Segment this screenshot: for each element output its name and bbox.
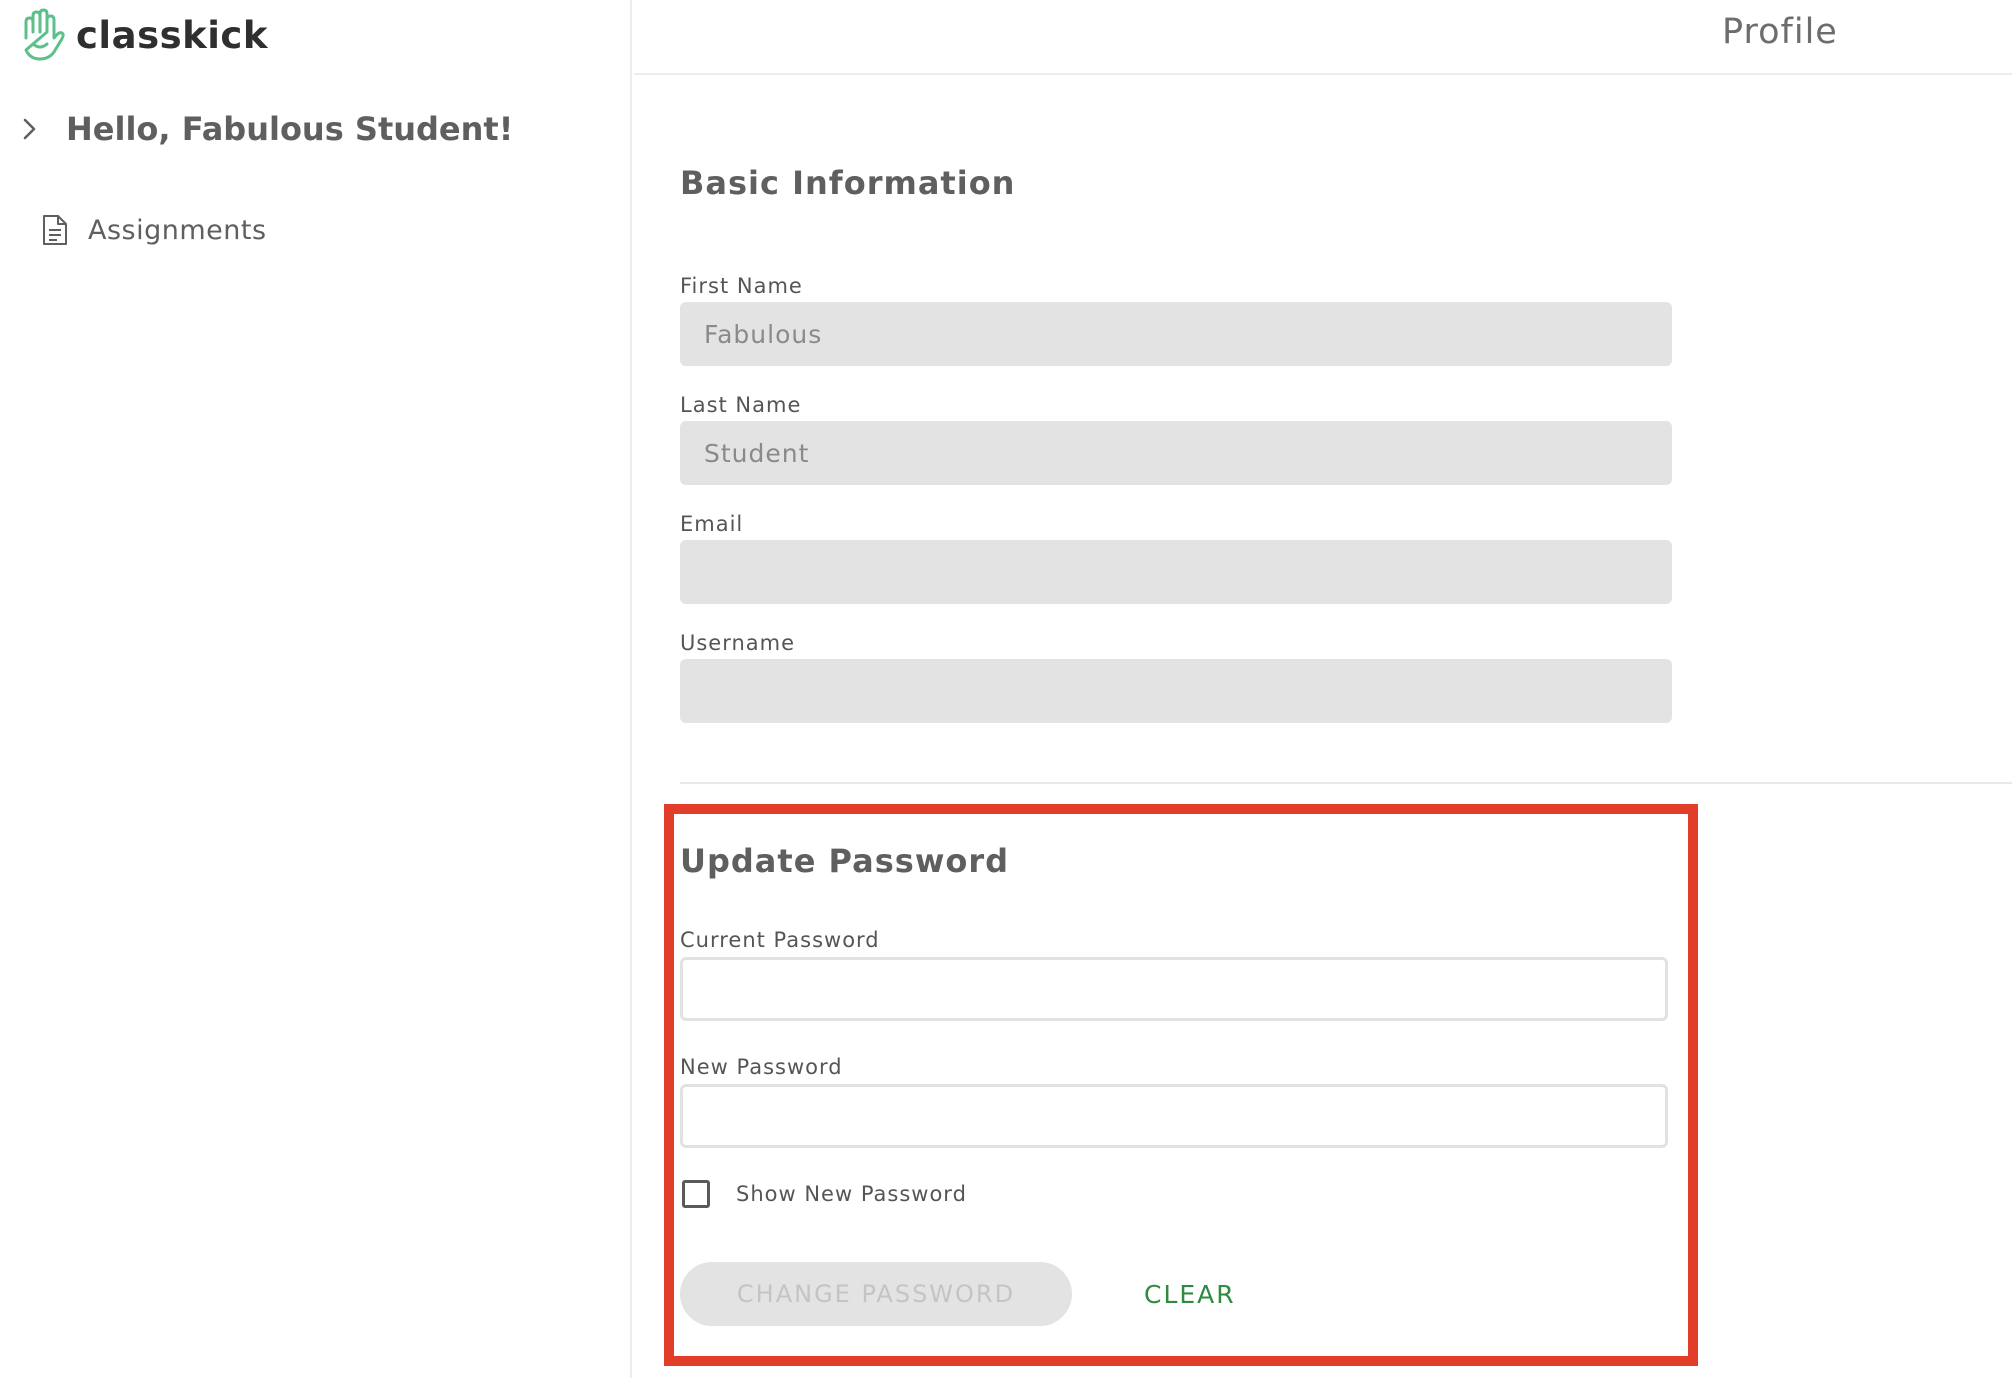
app-root: classkick Hello, Fabulous Student! Assig… <box>0 0 2012 1378</box>
chevron-right-icon <box>23 118 36 140</box>
logo[interactable]: classkick <box>16 8 268 62</box>
document-icon <box>43 215 67 245</box>
last-name-label: Last Name <box>680 393 802 417</box>
clear-button[interactable]: CLEAR <box>1144 1262 1236 1326</box>
sidebar-item-assignments[interactable]: Assignments <box>42 214 267 246</box>
change-password-button[interactable]: CHANGE PASSWORD <box>680 1262 1072 1326</box>
first-name-field[interactable] <box>680 302 1672 366</box>
username-field[interactable] <box>680 659 1672 723</box>
new-password-label: New Password <box>680 1055 843 1079</box>
page-title: Profile <box>1722 12 1838 52</box>
basic-info-title: Basic Information <box>680 164 1016 202</box>
email-field[interactable] <box>680 540 1672 604</box>
logo-text: classkick <box>76 13 268 57</box>
current-password-input[interactable] <box>680 957 1668 1021</box>
new-password-input[interactable] <box>680 1084 1668 1148</box>
section-divider <box>680 782 2012 784</box>
main-content: Profile Basic Information First Name Las… <box>634 0 2012 1378</box>
user-greeting-toggle[interactable]: Hello, Fabulous Student! <box>20 110 513 148</box>
sidebar-item-label: Assignments <box>88 214 267 246</box>
show-password-row: Show New Password <box>682 1180 967 1208</box>
last-name-field[interactable] <box>680 421 1672 485</box>
first-name-label: First Name <box>680 274 803 298</box>
email-label: Email <box>680 512 744 536</box>
greeting-text: Hello, Fabulous Student! <box>66 110 514 148</box>
sidebar: classkick Hello, Fabulous Student! Assig… <box>0 0 632 1378</box>
show-password-label[interactable]: Show New Password <box>736 1182 967 1206</box>
current-password-label: Current Password <box>680 928 880 952</box>
hand-logo-icon <box>24 8 65 61</box>
show-password-checkbox[interactable] <box>682 1180 710 1208</box>
top-bar: Profile <box>634 0 2012 75</box>
update-password-title: Update Password <box>680 842 1010 880</box>
username-label: Username <box>680 631 796 655</box>
